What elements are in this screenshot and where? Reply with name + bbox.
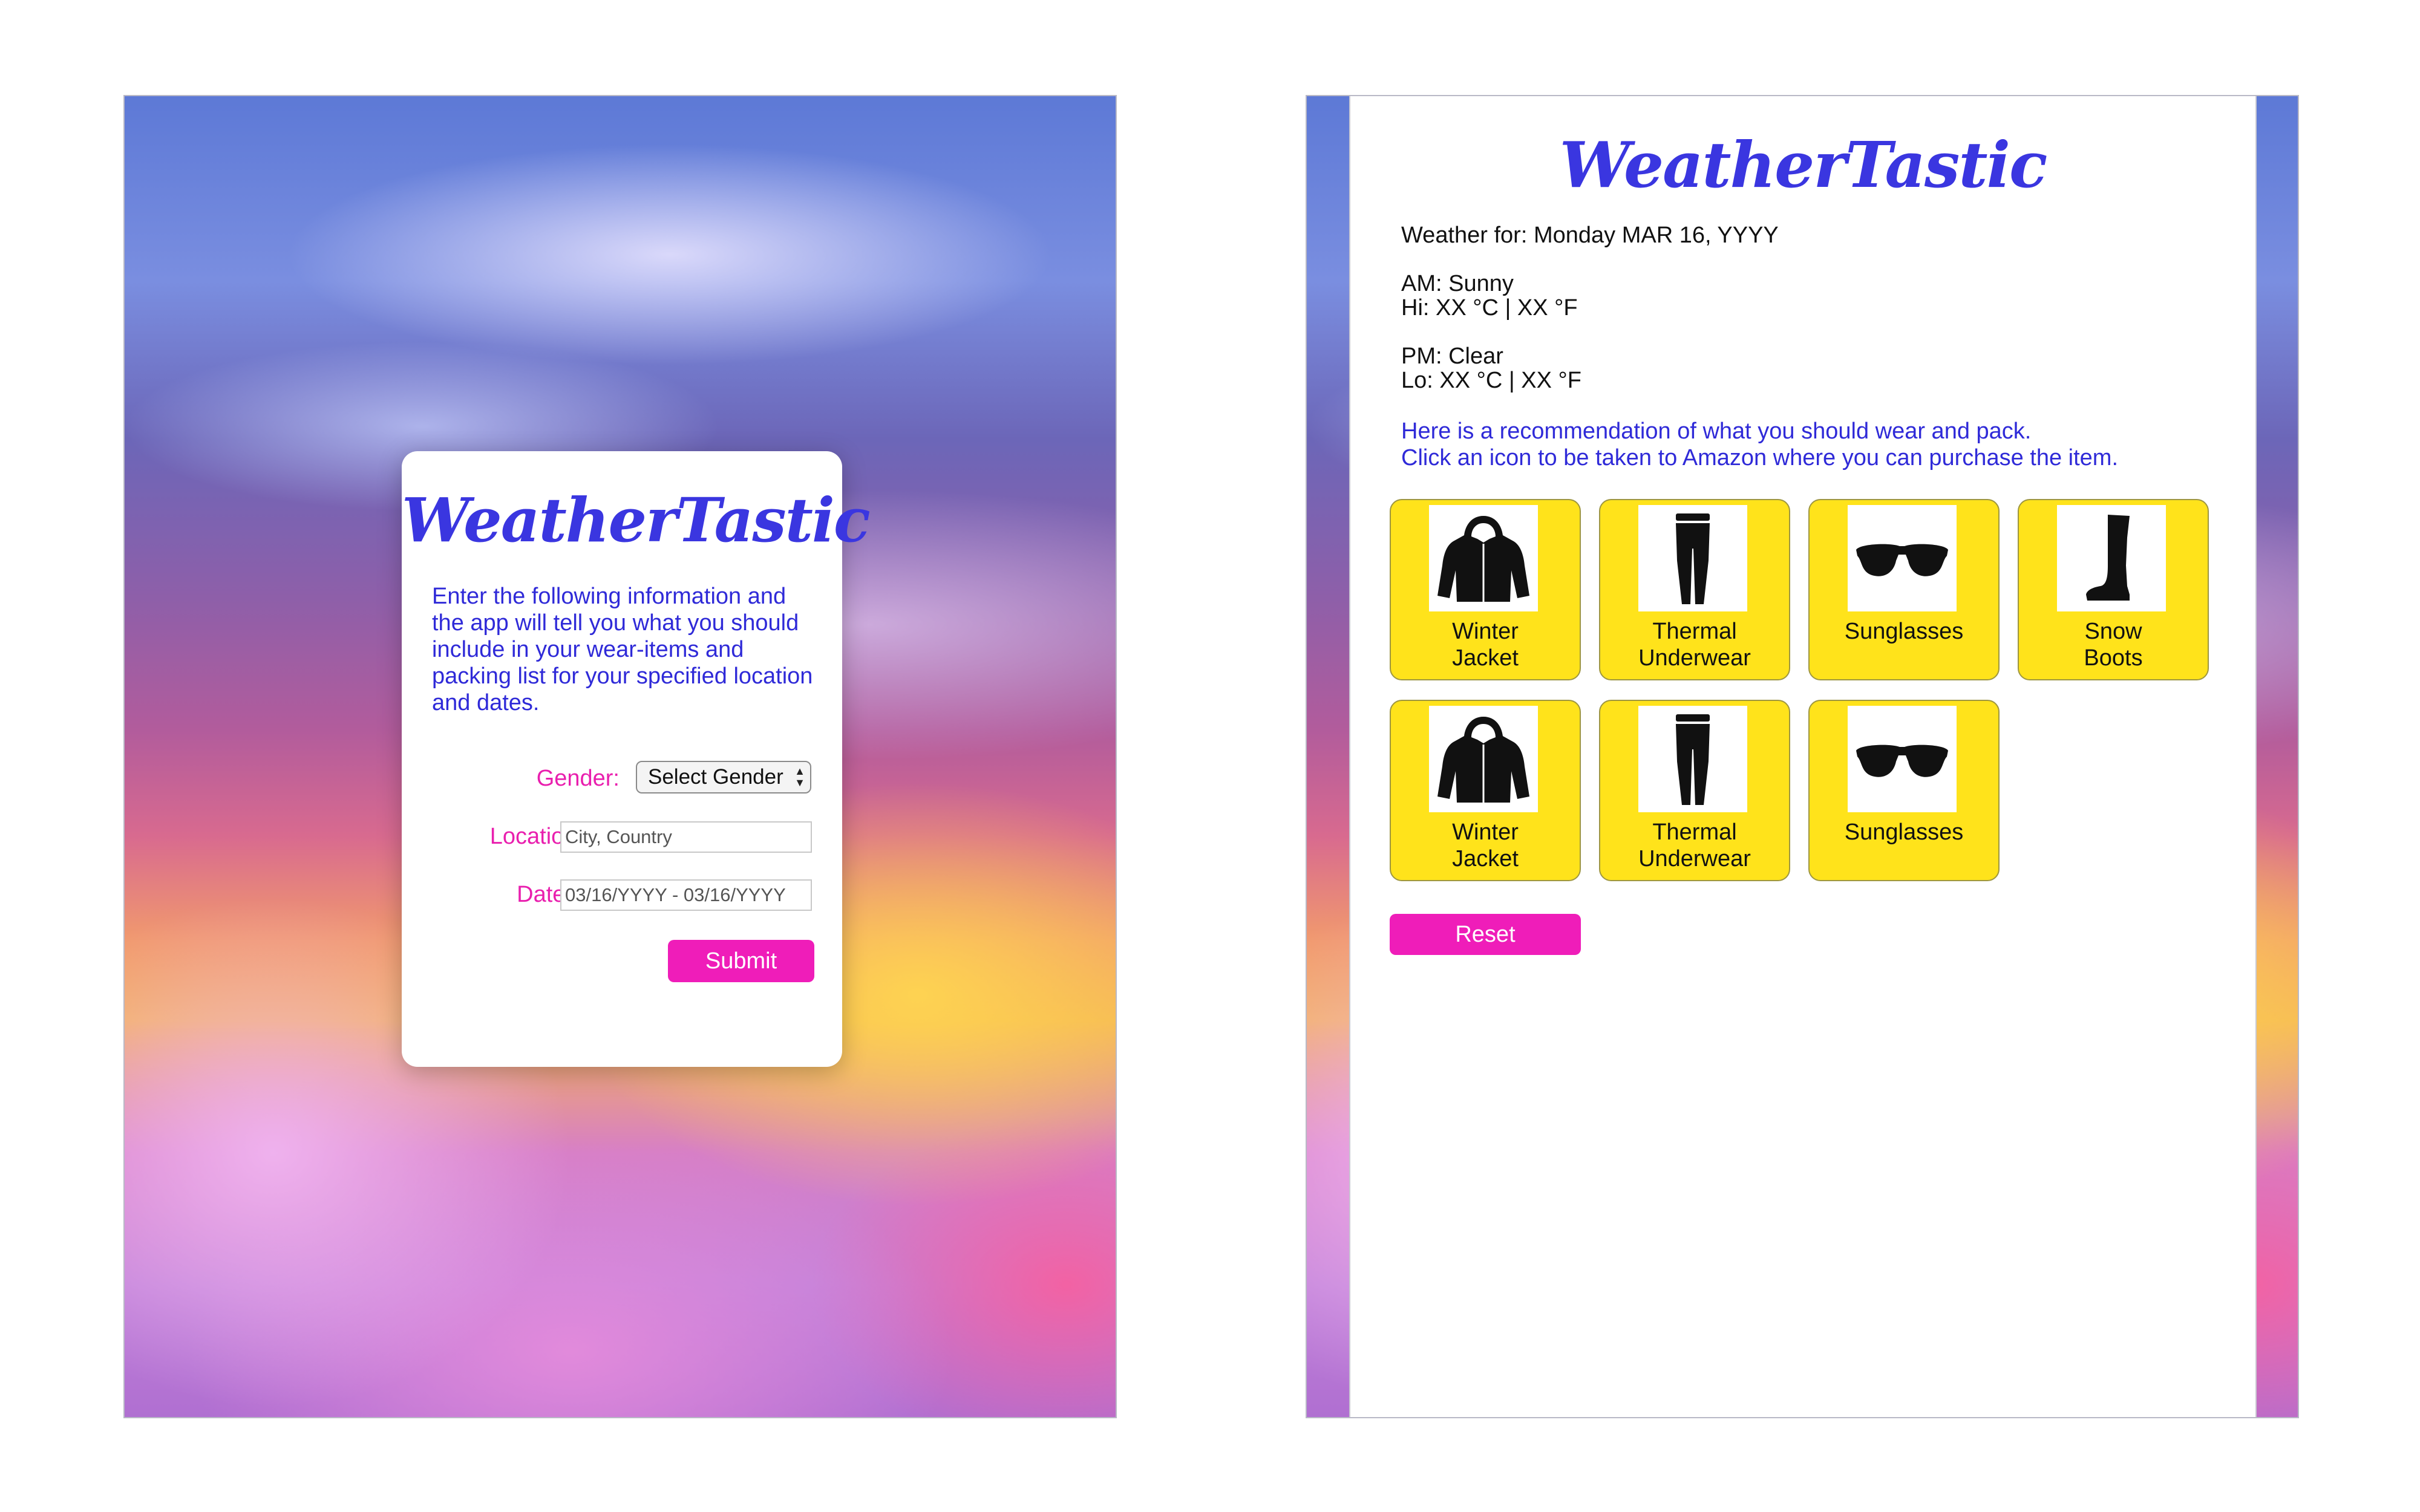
- low-temperature: Lo: XX °C | XX °F: [1401, 368, 1581, 393]
- winter-jacket-icon: [1429, 706, 1538, 812]
- winter-jacket-icon: [1429, 505, 1538, 611]
- snow-boots-icon: [2057, 505, 2166, 611]
- results-screen: WeatherTastic Weather for: Monday MAR 16…: [1306, 95, 2299, 1418]
- recommendation-text: Here is a recommendation of what you sho…: [1401, 419, 2032, 444]
- select-arrows-icon: ▲ ▼: [794, 765, 805, 789]
- recommendation-instructions: Click an icon to be taken to Amazon wher…: [1401, 445, 2118, 471]
- gender-label: Gender:: [536, 766, 620, 791]
- item-tile-snow-boots[interactable]: Snow Boots: [2018, 499, 2209, 680]
- item-tile-thermal-underwear[interactable]: Thermal Underwear: [1599, 499, 1790, 680]
- thermal-underwear-icon: [1638, 505, 1747, 611]
- item-label: Sunglasses: [1844, 619, 1964, 644]
- thermal-underwear-icon: [1638, 706, 1747, 812]
- sunglasses-icon: [1848, 505, 1957, 611]
- app-logo: WeatherTastic: [1559, 128, 2048, 202]
- intro-text: Enter the following information and the …: [432, 584, 813, 715]
- item-label: Thermal Underwear: [1638, 820, 1751, 872]
- login-screen: WeatherTastic Enter the following inform…: [123, 95, 1117, 1418]
- item-tile-winter-jacket[interactable]: Winter Jacket: [1390, 499, 1581, 680]
- item-tile-thermal-underwear[interactable]: Thermal Underwear: [1599, 700, 1790, 881]
- reset-button[interactable]: Reset: [1390, 914, 1581, 955]
- item-tile-sunglasses[interactable]: Sunglasses: [1808, 499, 2000, 680]
- item-tile-winter-jacket[interactable]: Winter Jacket: [1390, 700, 1581, 881]
- pm-condition: PM: Clear: [1401, 344, 1503, 369]
- login-card: WeatherTastic Enter the following inform…: [402, 451, 871, 1067]
- dates-input[interactable]: 03/16/YYYY - 03/16/YYYY: [560, 879, 812, 911]
- item-label: Thermal Underwear: [1638, 619, 1751, 671]
- item-label: Winter Jacket: [1452, 820, 1519, 872]
- results-panel: WeatherTastic Weather for: Monday MAR 16…: [1349, 96, 2257, 1417]
- location-input[interactable]: City, Country: [560, 821, 812, 853]
- item-label: Snow Boots: [2084, 619, 2143, 671]
- item-tile-sunglasses[interactable]: Sunglasses: [1808, 700, 2000, 881]
- am-condition: AM: Sunny: [1401, 271, 1514, 296]
- high-temperature: Hi: XX °C | XX °F: [1401, 295, 1578, 321]
- app-logo: WeatherTastic: [402, 484, 871, 556]
- weather-date: Weather for: Monday MAR 16, YYYY: [1401, 223, 1779, 248]
- submit-button[interactable]: Submit: [668, 940, 814, 982]
- sunglasses-icon: [1848, 706, 1957, 812]
- item-label: Winter Jacket: [1452, 619, 1519, 671]
- item-label: Sunglasses: [1844, 820, 1964, 845]
- gender-select[interactable]: Select Gender ▲ ▼: [636, 761, 811, 793]
- gender-select-value: Select Gender: [648, 765, 783, 789]
